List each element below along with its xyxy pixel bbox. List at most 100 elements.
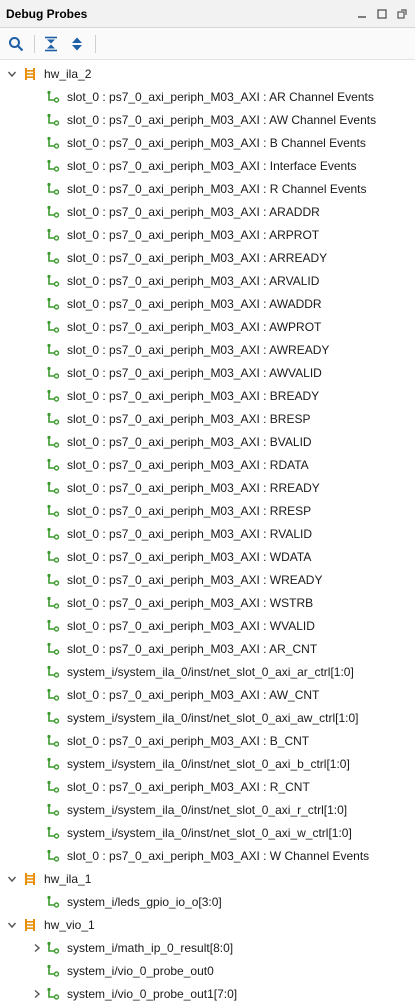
- tree-node-probe[interactable]: system_i/system_ila_0/inst/net_slot_0_ax…: [0, 752, 415, 775]
- tree-node-probe[interactable]: slot_0 : ps7_0_axi_periph_M03_AXI : BRES…: [0, 407, 415, 430]
- tree-node-probe[interactable]: slot_0 : ps7_0_axi_periph_M03_AXI : BREA…: [0, 384, 415, 407]
- caret-spacer: [31, 298, 43, 310]
- chevron-down-icon[interactable]: [6, 68, 18, 80]
- tree-node-probe[interactable]: slot_0 : ps7_0_axi_periph_M03_AXI : AWVA…: [0, 361, 415, 384]
- tree-node-label: system_i/system_ila_0/inst/net_slot_0_ax…: [67, 664, 354, 679]
- chevron-down-icon[interactable]: [6, 873, 18, 885]
- tree-node-probe[interactable]: system_i/system_ila_0/inst/net_slot_0_ax…: [0, 798, 415, 821]
- tree-node-probe[interactable]: slot_0 : ps7_0_axi_periph_M03_AXI : R_CN…: [0, 775, 415, 798]
- probe-icon: [45, 388, 61, 404]
- probe-icon: [45, 802, 61, 818]
- collapse-all-icon: [45, 36, 57, 51]
- tree-node-label: slot_0 : ps7_0_axi_periph_M03_AXI : RDAT…: [67, 457, 309, 472]
- expand-all-button[interactable]: [65, 32, 89, 56]
- collapse-all-button[interactable]: [39, 32, 63, 56]
- tree-node-label: slot_0 : ps7_0_axi_periph_M03_AXI : AR_C…: [67, 641, 318, 656]
- tree-node-probe[interactable]: system_i/system_ila_0/inst/net_slot_0_ax…: [0, 660, 415, 683]
- tree-node-probe[interactable]: slot_0 : ps7_0_axi_periph_M03_AXI : RREA…: [0, 476, 415, 499]
- chevron-down-icon[interactable]: [6, 919, 18, 931]
- caret-spacer: [31, 850, 43, 862]
- probe-tree: hw_ila_2 slot_0 : ps7_0_axi_periph_M03_AX…: [0, 60, 415, 1005]
- tree-node-probe[interactable]: slot_0 : ps7_0_axi_periph_M03_AXI : WREA…: [0, 568, 415, 591]
- probe-icon: [45, 365, 61, 381]
- tree-node-probe[interactable]: slot_0 : ps7_0_axi_periph_M03_AXI : AR_C…: [0, 637, 415, 660]
- tree-node-probe[interactable]: slot_0 : ps7_0_axi_periph_M03_AXI : B_CN…: [0, 729, 415, 752]
- tree-node-label: slot_0 : ps7_0_axi_periph_M03_AXI : AW C…: [67, 112, 377, 127]
- tree-node-probe[interactable]: slot_0 : ps7_0_axi_periph_M03_AXI : W Ch…: [0, 844, 415, 867]
- tree-node-probe[interactable]: slot_0 : ps7_0_axi_periph_M03_AXI : AR C…: [0, 85, 415, 108]
- caret-spacer: [31, 183, 43, 195]
- probe-icon: [45, 434, 61, 450]
- probe-icon: [45, 480, 61, 496]
- panel-header: Debug Probes: [0, 0, 415, 28]
- float-icon[interactable]: [395, 7, 409, 21]
- tree-node-probe[interactable]: slot_0 : ps7_0_axi_periph_M03_AXI : ARAD…: [0, 200, 415, 223]
- tree-node-label: slot_0 : ps7_0_axi_periph_M03_AXI : RVAL…: [67, 526, 313, 541]
- probe-icon: [45, 779, 61, 795]
- tree-node-probe[interactable]: slot_0 : ps7_0_axi_periph_M03_AXI : RDAT…: [0, 453, 415, 476]
- tree-node-probe[interactable]: system_i/system_ila_0/inst/net_slot_0_ax…: [0, 706, 415, 729]
- tree-node-probe[interactable]: slot_0 : ps7_0_axi_periph_M03_AXI : R Ch…: [0, 177, 415, 200]
- minimize-icon[interactable]: [355, 7, 369, 21]
- tree-node-label: hw_ila_1: [44, 871, 92, 886]
- caret-spacer: [31, 275, 43, 287]
- probe-icon: [45, 457, 61, 473]
- tree-node-probe[interactable]: slot_0 : ps7_0_axi_periph_M03_AXI : ARVA…: [0, 269, 415, 292]
- probe-icon: [45, 319, 61, 335]
- tree-node-label: slot_0 : ps7_0_axi_periph_M03_AXI : Inte…: [67, 158, 357, 173]
- search-button[interactable]: [4, 32, 28, 56]
- tree-node-label: slot_0 : ps7_0_axi_periph_M03_AXI : AWVA…: [67, 365, 322, 380]
- probe-icon: [45, 572, 61, 588]
- probe-icon: [45, 940, 61, 956]
- tree-node-probe[interactable]: slot_0 : ps7_0_axi_periph_M03_AXI : WSTR…: [0, 591, 415, 614]
- tree-node-label: slot_0 : ps7_0_axi_periph_M03_AXI : AWRE…: [67, 342, 330, 357]
- probe-icon: [45, 411, 61, 427]
- probe-icon: [45, 756, 61, 772]
- tree-node-probe[interactable]: system_i/vio_0_probe_out0: [0, 959, 415, 982]
- tree-node-probe[interactable]: slot_0 : ps7_0_axi_periph_M03_AXI : AWAD…: [0, 292, 415, 315]
- tree-node-probe[interactable]: slot_0 : ps7_0_axi_periph_M03_AXI : BVAL…: [0, 430, 415, 453]
- tree-node-probe[interactable]: slot_0 : ps7_0_axi_periph_M03_AXI : AWPR…: [0, 315, 415, 338]
- caret-spacer: [31, 367, 43, 379]
- chevron-right-icon[interactable]: [31, 942, 43, 954]
- tree-node-probe[interactable]: system_i/system_ila_0/inst/net_slot_0_ax…: [0, 821, 415, 844]
- tree-node-probe[interactable]: slot_0 : ps7_0_axi_periph_M03_AXI : WDAT…: [0, 545, 415, 568]
- maximize-icon[interactable]: [375, 7, 389, 21]
- tree-node-core[interactable]: hw_ila_1: [0, 867, 415, 890]
- tree-node-probe[interactable]: slot_0 : ps7_0_axi_periph_M03_AXI : RRES…: [0, 499, 415, 522]
- probe-icon: [45, 848, 61, 864]
- tree-node-label: slot_0 : ps7_0_axi_periph_M03_AXI : WSTR…: [67, 595, 314, 610]
- tree-node-label: slot_0 : ps7_0_axi_periph_M03_AXI : AWPR…: [67, 319, 322, 334]
- caret-spacer: [31, 620, 43, 632]
- tree-node-probe[interactable]: slot_0 : ps7_0_axi_periph_M03_AXI : WVAL…: [0, 614, 415, 637]
- tree-node-label: system_i/vio_0_probe_out0: [67, 963, 214, 978]
- tree-node-probe[interactable]: system_i/vio_0_probe_out1[7:0]: [0, 982, 415, 1005]
- ila-core-icon: [22, 66, 38, 82]
- chevron-right-icon[interactable]: [31, 988, 43, 1000]
- tree-node-core[interactable]: hw_ila_2: [0, 62, 415, 85]
- tree-node-probe[interactable]: system_i/math_ip_0_result[8:0]: [0, 936, 415, 959]
- probe-icon: [45, 112, 61, 128]
- search-icon: [9, 36, 24, 51]
- caret-spacer: [31, 206, 43, 218]
- tree-node-probe[interactable]: slot_0 : ps7_0_axi_periph_M03_AXI : Inte…: [0, 154, 415, 177]
- tree-node-probe[interactable]: slot_0 : ps7_0_axi_periph_M03_AXI : RVAL…: [0, 522, 415, 545]
- tree-node-probe[interactable]: slot_0 : ps7_0_axi_periph_M03_AXI : AW_C…: [0, 683, 415, 706]
- tree-node-core[interactable]: hw_vio_1: [0, 913, 415, 936]
- caret-spacer: [31, 413, 43, 425]
- tree-node-label: slot_0 : ps7_0_axi_periph_M03_AXI : AW_C…: [67, 687, 320, 702]
- caret-spacer: [31, 505, 43, 517]
- probe-icon: [45, 825, 61, 841]
- tree-node-probe[interactable]: slot_0 : ps7_0_axi_periph_M03_AXI : AW C…: [0, 108, 415, 131]
- caret-spacer: [31, 229, 43, 241]
- tree-node-probe[interactable]: slot_0 : ps7_0_axi_periph_M03_AXI : ARPR…: [0, 223, 415, 246]
- caret-spacer: [31, 344, 43, 356]
- probe-icon: [45, 595, 61, 611]
- tree-node-probe[interactable]: system_i/leds_gpio_io_o[3:0]: [0, 890, 415, 913]
- tree-node-label: slot_0 : ps7_0_axi_periph_M03_AXI : ARPR…: [67, 227, 320, 242]
- tree-node-probe[interactable]: slot_0 : ps7_0_axi_periph_M03_AXI : ARRE…: [0, 246, 415, 269]
- tree-node-probe[interactable]: slot_0 : ps7_0_axi_periph_M03_AXI : B Ch…: [0, 131, 415, 154]
- tree-node-probe[interactable]: slot_0 : ps7_0_axi_periph_M03_AXI : AWRE…: [0, 338, 415, 361]
- caret-spacer: [31, 459, 43, 471]
- probe-icon: [45, 296, 61, 312]
